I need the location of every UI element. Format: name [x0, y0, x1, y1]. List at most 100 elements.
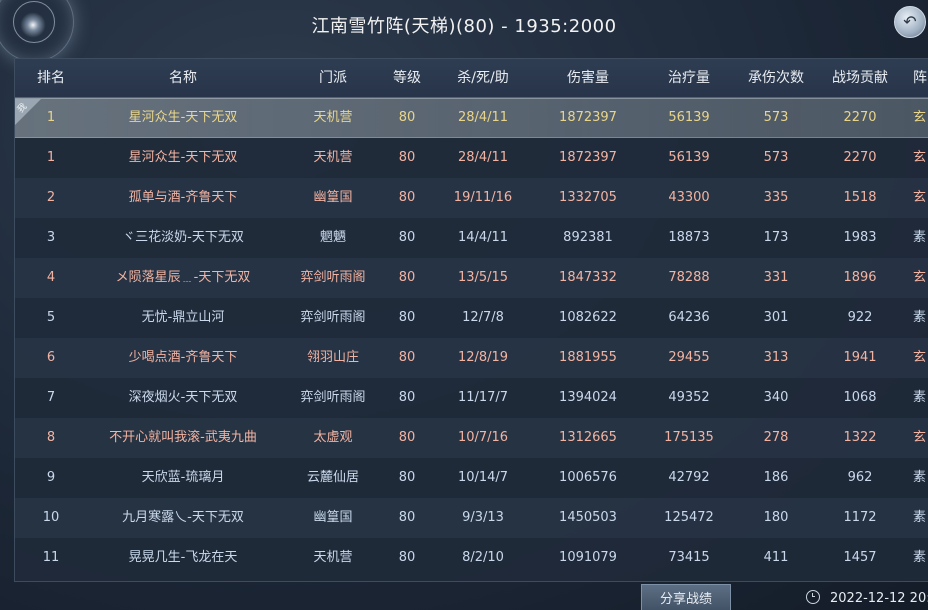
cell-contribution: 1322	[843, 430, 877, 445]
cell-healing: 18873	[668, 230, 710, 245]
cell-healing: 29455	[668, 350, 710, 365]
cell-rank: 3	[46, 230, 56, 245]
cell-rank: 1	[46, 150, 56, 165]
cell-school: 天机营	[313, 110, 353, 125]
cell-hits-taken: 278	[763, 430, 789, 445]
cell-rank: 10	[42, 510, 60, 525]
battle-results-screen: 江南雪竹阵(天梯)(80) - 1935:2000 ↶ 排名 名称 门派 等级 …	[0, 0, 928, 610]
cell-healing: 125472	[664, 510, 714, 525]
cell-kda: 12/8/19	[457, 350, 509, 365]
cell-hits-taken: 186	[763, 470, 789, 485]
cell-level: 80	[398, 470, 416, 485]
cell-rank: 11	[42, 550, 60, 565]
cell-level: 80	[398, 390, 416, 405]
cell-level: 80	[398, 110, 416, 125]
table-row[interactable]: 10 九月寒露乀-天下无双 幽篁国 80 9/3/13 1450503 125472 180 1…	[15, 498, 928, 538]
cell-level: 80	[398, 350, 416, 365]
cell-contribution: 2270	[843, 110, 877, 125]
cell-rank: 5	[46, 310, 56, 325]
cell-kda: 28/4/11	[457, 110, 509, 125]
cell-contribution: 1518	[843, 190, 877, 205]
self-player-row[interactable]: 1 星河众生-天下无双 天机营 80 28/4/11 1872397 56139 573 227…	[15, 98, 928, 138]
cell-damage: 1394024	[559, 390, 617, 405]
cell-contribution: 1068	[843, 390, 877, 405]
cell-name: 星河众生-天下无双	[128, 110, 238, 125]
cell-school: 弈剑听雨阁	[300, 270, 366, 285]
cell-contribution: 1172	[843, 510, 877, 525]
cell-camp: 素	[913, 550, 927, 565]
column-header-school: 门派	[319, 70, 347, 86]
cell-hits-taken: 180	[763, 510, 789, 525]
cell-hits-taken: 313	[763, 350, 789, 365]
cell-school: 太虚观	[313, 430, 353, 445]
cell-kda: 8/2/10	[462, 550, 504, 565]
column-header-healing: 治疗量	[668, 70, 710, 86]
table-row[interactable]: 9 天欣蓝-琉璃月 云麓仙居 80 10/14/7 1006576 42792 186 962 素	[15, 458, 928, 498]
table-row[interactable]: 8 不开心就叫我滚-武夷九曲 太虚观 80 10/7/16 1312665 175135 27…	[15, 418, 928, 458]
cell-name: 星河众生-天下无双	[128, 150, 238, 165]
table-row[interactable]: 6 少喝点酒-齐鲁天下 翎羽山庄 80 12/8/19 1881955 29455 313 19…	[15, 338, 928, 378]
table-row[interactable]: 5 无忧-鼎立山河 弈剑听雨阁 80 12/7/8 1082622 64236 301 922 素	[15, 298, 928, 338]
cell-name: ヾ三花淡奶-天下无双	[122, 230, 244, 245]
back-button[interactable]: ↶	[894, 6, 926, 38]
cell-camp: 素	[913, 470, 927, 485]
cell-level: 80	[398, 430, 416, 445]
cell-name: 不开心就叫我滚-武夷九曲	[109, 430, 257, 445]
cell-healing: 42792	[668, 470, 710, 485]
cell-camp: 素	[913, 230, 927, 245]
page-title: 江南雪竹阵(天梯)(80) - 1935:2000	[311, 16, 617, 37]
cell-level: 80	[398, 230, 416, 245]
cell-hits-taken: 573	[763, 150, 789, 165]
cell-level: 80	[398, 190, 416, 205]
cell-camp: 玄	[913, 150, 927, 165]
cell-school: 天机营	[313, 550, 353, 565]
cell-school: 弈剑听雨阁	[300, 310, 366, 325]
cell-rank: 4	[46, 270, 56, 285]
cell-hits-taken: 331	[763, 270, 789, 285]
cell-rank: 7	[46, 390, 56, 405]
cell-kda: 19/11/16	[453, 190, 513, 205]
return-arrow-icon: ↶	[903, 12, 917, 31]
cell-damage: 1872397	[559, 110, 617, 125]
cell-camp: 玄	[913, 270, 927, 285]
cell-name: 晃晃几生-飞龙在天	[128, 550, 238, 565]
table-row[interactable]: 3 ヾ三花淡奶-天下无双 魍魉 80 14/4/11 892381 18873 173 1983…	[15, 218, 928, 258]
cell-camp: 素	[913, 510, 927, 525]
table-row[interactable]: 1 星河众生-天下无双 天机营 80 28/4/11 1872397 56139 573 227…	[15, 138, 928, 178]
cell-school: 天机营	[313, 150, 353, 165]
cell-rank: 2	[46, 190, 56, 205]
cell-damage: 1450503	[559, 510, 617, 525]
cell-damage: 1872397	[559, 150, 617, 165]
cell-healing: 56139	[668, 110, 710, 125]
cell-camp: 素	[913, 390, 927, 405]
cell-camp: 玄	[913, 430, 927, 445]
cell-healing: 43300	[668, 190, 710, 205]
cell-rank: 8	[46, 430, 56, 445]
table-row[interactable]: 11 晃晃几生-飞龙在天 天机营 80 8/2/10 1091079 73415 411 145…	[15, 538, 928, 578]
cell-rank: 6	[46, 350, 56, 365]
cell-kda: 14/4/11	[457, 230, 509, 245]
share-results-button[interactable]: 分享战绩	[641, 584, 731, 610]
cell-hits-taken: 173	[763, 230, 789, 245]
column-header-name: 名称	[169, 70, 197, 86]
column-header-contribution: 战场贡献	[832, 70, 888, 86]
scoreboard-table: 排名 名称 门派 等级 杀/死/助 伤害量 治疗量 承伤次数 战场贡献 阵 1 星…	[14, 58, 928, 582]
cell-name: 九月寒露乀-天下无双	[122, 510, 244, 525]
cell-camp: 玄	[913, 190, 927, 205]
cell-level: 80	[398, 510, 416, 525]
table-row[interactable]: 2 孤单与酒-齐鲁天下 幽篁国 80 19/11/16 1332705 43300 335 15…	[15, 178, 928, 218]
table-row[interactable]: 4 メ陨落星辰﹍-天下无双 弈剑听雨阁 80 13/5/15 1847332 78288 33…	[15, 258, 928, 298]
cell-camp: 素	[913, 310, 927, 325]
cell-name: メ陨落星辰﹍-天下无双	[115, 270, 251, 285]
cell-level: 80	[398, 550, 416, 565]
cell-school: 魍魉	[319, 230, 346, 245]
clock-icon	[806, 590, 820, 604]
cell-healing: 73415	[668, 550, 710, 565]
table-row[interactable]: 7 深夜烟火-天下无双 弈剑听雨阁 80 11/17/7 1394024 49352 340 1…	[15, 378, 928, 418]
cell-kda: 13/5/15	[457, 270, 509, 285]
cell-contribution: 962	[847, 470, 873, 485]
cell-level: 80	[398, 150, 416, 165]
cell-level: 80	[398, 310, 416, 325]
cell-kda: 11/17/7	[457, 390, 509, 405]
cell-contribution: 922	[847, 310, 873, 325]
